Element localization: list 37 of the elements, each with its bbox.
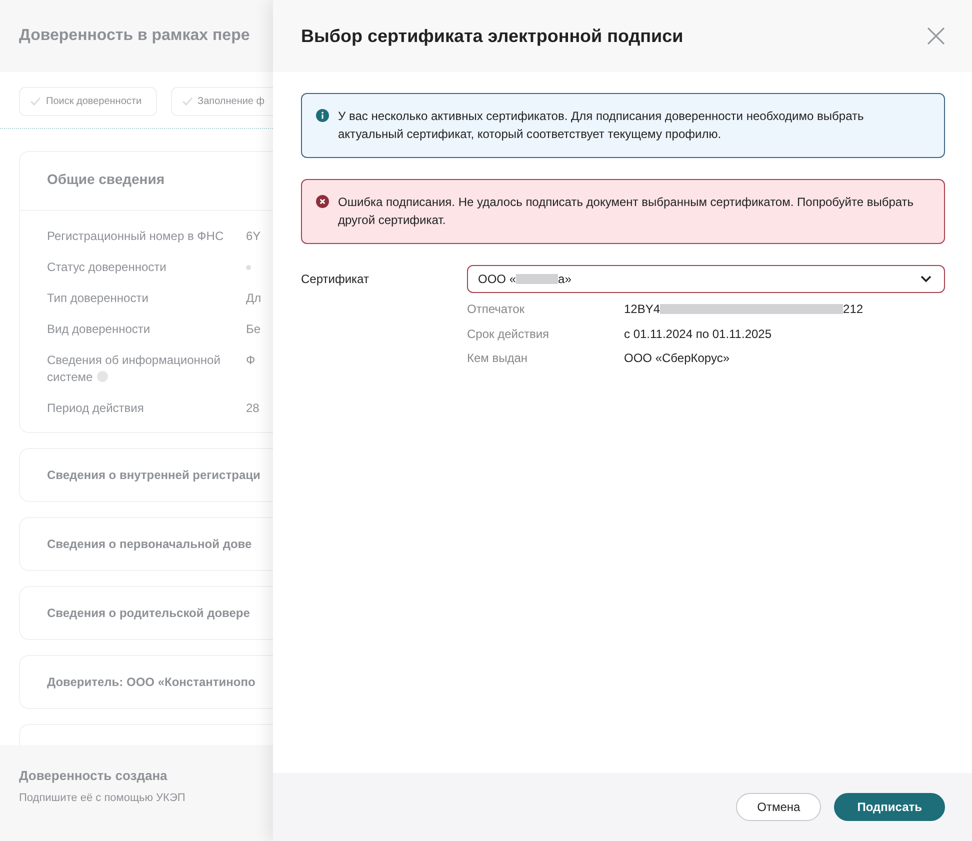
alert-text: Ошибка подписания. Не удалось подписать документ выбранным сертификатом. Попробуйте выбрать другой сертификат.: [338, 194, 915, 229]
field-label: Регистрационный номер в ФНС: [47, 228, 225, 245]
detail-value: 12BY4 212: [624, 301, 864, 318]
error-icon: [316, 195, 329, 208]
field-label: Сведения об информационной системе: [47, 352, 222, 386]
certificate-select[interactable]: ООО « а»: [467, 265, 945, 293]
field-label: Вид доверенности: [47, 321, 152, 338]
check-icon: [182, 97, 193, 106]
field-value: Ф: [246, 352, 256, 369]
status-dot: [246, 265, 251, 270]
alert-text: У вас несколько активных сертификатов. Для подписания доверенности необходимо выбрать актуальный сертификат, который соответствует текущему профилю.: [338, 108, 865, 143]
field-label: Сертификат: [301, 272, 370, 286]
dialog-title: Выбор сертификата электронной подписи: [301, 26, 684, 46]
help-icon: [96, 371, 108, 382]
close-button[interactable]: [926, 26, 946, 46]
detail-label: Срок действия: [467, 326, 550, 342]
section-title: Общие сведения: [46, 170, 166, 189]
check-icon: [30, 97, 41, 106]
info-icon: [316, 109, 329, 122]
footer-title: Доверенность создана: [19, 768, 168, 783]
page-title: Доверенность в рамках пере: [19, 27, 250, 45]
detail-value: ООО «СберКорус»: [624, 350, 730, 366]
field-value: 28: [246, 400, 260, 417]
field-value: 6Y: [246, 228, 261, 245]
sign-button[interactable]: Подписать: [834, 793, 945, 821]
detail-value: с 01.11.2024 по 01.11.2025: [624, 326, 772, 342]
step-tab[interactable]: Поиск доверенности: [19, 87, 157, 116]
field-label: Тип доверенности: [47, 290, 150, 307]
detail-label: Кем выдан: [467, 350, 529, 366]
field-label: Статус доверенности: [47, 259, 168, 276]
field-value: Дл: [246, 290, 262, 307]
detail-label: Отпечаток: [467, 301, 526, 318]
footer-subtitle: Подпишите её с помощью УКЭП: [19, 792, 186, 804]
cancel-button[interactable]: Отмена: [736, 793, 822, 821]
chevron-down-icon: [920, 275, 932, 283]
field-value: Бе: [246, 321, 261, 338]
field-label: Период действия: [47, 400, 145, 417]
